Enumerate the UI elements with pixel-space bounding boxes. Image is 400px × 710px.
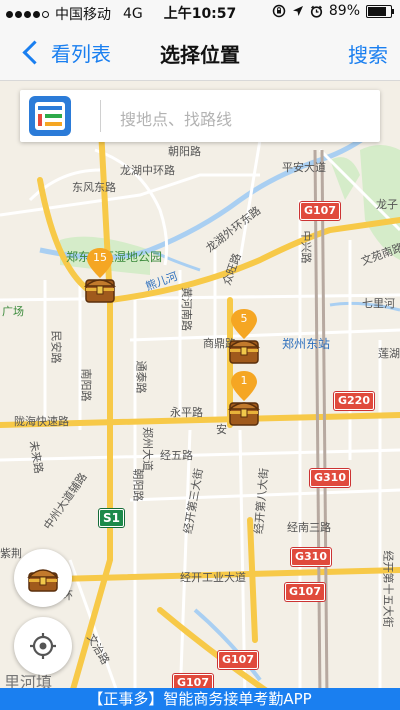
map-label: 广场: [2, 305, 24, 318]
map-label: 民安路: [49, 330, 63, 364]
map-label: 龙湖中环路: [120, 164, 175, 177]
map-label: 经开第十五大街: [381, 550, 395, 628]
map-label-station: 郑州东站: [282, 337, 331, 351]
search-button[interactable]: 搜索: [348, 39, 388, 68]
map-label: 东风东路: [72, 181, 116, 194]
map-label: 经开工业大道: [180, 571, 246, 584]
treasure-chest-icon: [27, 569, 59, 592]
search-divider: [100, 100, 101, 132]
battery-percent: 89%: [328, 3, 360, 19]
map-label: 经五路: [160, 449, 193, 462]
map-label: 朝阳路: [168, 145, 201, 158]
map-label: 朝阳路: [131, 468, 145, 502]
road-shield: G107: [218, 651, 258, 669]
app-logo-icon: [29, 96, 71, 136]
map-label: 安: [216, 423, 227, 436]
map-label: 经南三路: [287, 521, 331, 534]
map-label: 南阳路: [79, 368, 93, 402]
rotation-lock-icon: [272, 4, 286, 18]
treasure-list-button[interactable]: [14, 549, 72, 607]
marker-count: 15: [93, 251, 107, 264]
map-label: 中兴路: [299, 230, 313, 264]
map-label: 七里河: [362, 297, 395, 310]
treasure-marker[interactable]: 5: [227, 307, 261, 367]
road-shield: G107: [300, 202, 340, 220]
status-right: 89%: [272, 3, 394, 19]
search-input[interactable]: 搜地点、找路线: [120, 106, 232, 130]
map-label: 黄河南路: [180, 287, 193, 331]
battery-icon: [366, 4, 394, 18]
road-shield: G107: [285, 583, 325, 601]
road-shield: G220: [334, 392, 374, 410]
map-label: 龙子: [376, 198, 398, 211]
treasure-marker[interactable]: 15: [83, 246, 117, 306]
map-label: 平安大道: [282, 161, 326, 174]
road-shield: G310: [291, 548, 331, 566]
locate-crosshair-icon: [30, 633, 56, 659]
page-title: 选择位置: [160, 43, 240, 67]
navigation-bar: 看列表 选择位置 搜索: [0, 24, 400, 81]
map-label: 通泰路: [134, 360, 148, 394]
map-label: 永平路: [170, 406, 203, 419]
alarm-icon: [310, 5, 322, 18]
marker-count: 1: [240, 374, 248, 387]
map-label: 郑州大道: [141, 427, 154, 471]
map-label: 莲湖: [378, 347, 400, 360]
location-arrow-icon: [292, 6, 303, 16]
promo-banner[interactable]: 【正事多】智能商务接单考勤APP: [0, 688, 400, 710]
treasure-marker[interactable]: 1: [227, 369, 261, 429]
map-search-box[interactable]: 搜地点、找路线: [20, 90, 380, 142]
map-label: 陇海快速路: [14, 415, 69, 428]
status-bar: 中国移动 4G 上午10:57 89%: [0, 0, 400, 24]
road-shield-expressway: S1: [99, 509, 124, 527]
locate-me-button[interactable]: [14, 617, 72, 675]
marker-count: 5: [240, 312, 248, 325]
road-shield: G310: [310, 469, 350, 487]
road-shield: G107: [173, 674, 213, 688]
